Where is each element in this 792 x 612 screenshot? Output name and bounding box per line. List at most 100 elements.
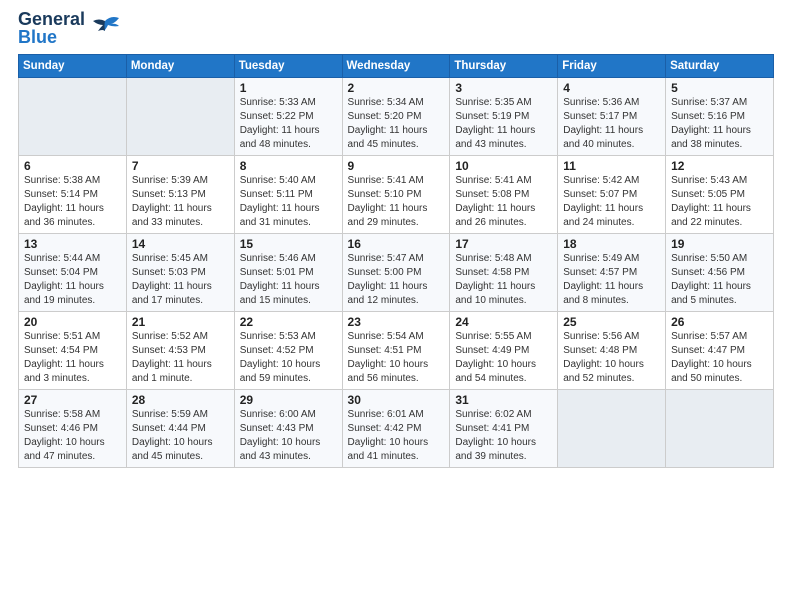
day-detail: Sunrise: 5:34 AM Sunset: 5:20 PM Dayligh… [348,96,445,152]
calendar-cell: 12Sunrise: 5:43 AM Sunset: 5:05 PM Dayli… [666,156,774,234]
day-number: 18 [563,237,660,251]
calendar-cell: 16Sunrise: 5:47 AM Sunset: 5:00 PM Dayli… [342,234,450,312]
logo-bird-icon [89,13,121,43]
weekday-header-tuesday: Tuesday [234,55,342,78]
calendar-cell: 8Sunrise: 5:40 AM Sunset: 5:11 PM Daylig… [234,156,342,234]
calendar-cell: 7Sunrise: 5:39 AM Sunset: 5:13 PM Daylig… [126,156,234,234]
calendar-week-4: 20Sunrise: 5:51 AM Sunset: 4:54 PM Dayli… [19,312,774,390]
day-number: 8 [240,159,337,173]
day-detail: Sunrise: 5:36 AM Sunset: 5:17 PM Dayligh… [563,96,660,152]
calendar-cell: 11Sunrise: 5:42 AM Sunset: 5:07 PM Dayli… [558,156,666,234]
logo-general-text: General [18,10,85,28]
calendar-body: 1Sunrise: 5:33 AM Sunset: 5:22 PM Daylig… [19,78,774,468]
calendar-cell [19,78,127,156]
calendar-header: SundayMondayTuesdayWednesdayThursdayFrid… [19,55,774,78]
calendar-cell [558,390,666,468]
day-detail: Sunrise: 5:47 AM Sunset: 5:00 PM Dayligh… [348,252,445,308]
calendar-cell: 31Sunrise: 6:02 AM Sunset: 4:41 PM Dayli… [450,390,558,468]
day-detail: Sunrise: 6:02 AM Sunset: 4:41 PM Dayligh… [455,408,552,464]
calendar-cell: 25Sunrise: 5:56 AM Sunset: 4:48 PM Dayli… [558,312,666,390]
calendar-cell: 10Sunrise: 5:41 AM Sunset: 5:08 PM Dayli… [450,156,558,234]
weekday-header-friday: Friday [558,55,666,78]
day-number: 29 [240,393,337,407]
day-detail: Sunrise: 5:46 AM Sunset: 5:01 PM Dayligh… [240,252,337,308]
weekday-header-wednesday: Wednesday [342,55,450,78]
day-detail: Sunrise: 5:33 AM Sunset: 5:22 PM Dayligh… [240,96,337,152]
day-number: 17 [455,237,552,251]
day-number: 6 [24,159,121,173]
day-detail: Sunrise: 5:41 AM Sunset: 5:08 PM Dayligh… [455,174,552,230]
day-detail: Sunrise: 5:48 AM Sunset: 4:58 PM Dayligh… [455,252,552,308]
logo: General Blue [18,10,121,46]
calendar-cell: 27Sunrise: 5:58 AM Sunset: 4:46 PM Dayli… [19,390,127,468]
day-number: 31 [455,393,552,407]
day-number: 1 [240,81,337,95]
day-detail: Sunrise: 6:00 AM Sunset: 4:43 PM Dayligh… [240,408,337,464]
weekday-header-row: SundayMondayTuesdayWednesdayThursdayFrid… [19,55,774,78]
calendar-week-1: 1Sunrise: 5:33 AM Sunset: 5:22 PM Daylig… [19,78,774,156]
logo-blue-text: Blue [18,28,85,46]
calendar-table: SundayMondayTuesdayWednesdayThursdayFrid… [18,54,774,468]
weekday-header-monday: Monday [126,55,234,78]
page: General Blue SundayMondayTuesdayWednesda… [0,0,792,612]
calendar-cell: 23Sunrise: 5:54 AM Sunset: 4:51 PM Dayli… [342,312,450,390]
logo-container: General Blue [18,10,121,46]
calendar-cell: 17Sunrise: 5:48 AM Sunset: 4:58 PM Dayli… [450,234,558,312]
day-number: 9 [348,159,445,173]
calendar-cell: 30Sunrise: 6:01 AM Sunset: 4:42 PM Dayli… [342,390,450,468]
day-number: 24 [455,315,552,329]
weekday-header-thursday: Thursday [450,55,558,78]
calendar-cell: 18Sunrise: 5:49 AM Sunset: 4:57 PM Dayli… [558,234,666,312]
day-detail: Sunrise: 5:38 AM Sunset: 5:14 PM Dayligh… [24,174,121,230]
day-number: 5 [671,81,768,95]
weekday-header-sunday: Sunday [19,55,127,78]
day-detail: Sunrise: 5:43 AM Sunset: 5:05 PM Dayligh… [671,174,768,230]
day-number: 26 [671,315,768,329]
day-number: 12 [671,159,768,173]
day-number: 13 [24,237,121,251]
day-number: 19 [671,237,768,251]
calendar-cell: 29Sunrise: 6:00 AM Sunset: 4:43 PM Dayli… [234,390,342,468]
logo-words: General Blue [18,10,85,46]
calendar-cell: 5Sunrise: 5:37 AM Sunset: 5:16 PM Daylig… [666,78,774,156]
calendar-cell: 14Sunrise: 5:45 AM Sunset: 5:03 PM Dayli… [126,234,234,312]
calendar-cell: 24Sunrise: 5:55 AM Sunset: 4:49 PM Dayli… [450,312,558,390]
day-detail: Sunrise: 5:54 AM Sunset: 4:51 PM Dayligh… [348,330,445,386]
day-detail: Sunrise: 5:41 AM Sunset: 5:10 PM Dayligh… [348,174,445,230]
calendar-cell: 6Sunrise: 5:38 AM Sunset: 5:14 PM Daylig… [19,156,127,234]
calendar-week-5: 27Sunrise: 5:58 AM Sunset: 4:46 PM Dayli… [19,390,774,468]
calendar-cell: 26Sunrise: 5:57 AM Sunset: 4:47 PM Dayli… [666,312,774,390]
day-number: 25 [563,315,660,329]
calendar-cell: 9Sunrise: 5:41 AM Sunset: 5:10 PM Daylig… [342,156,450,234]
weekday-header-saturday: Saturday [666,55,774,78]
day-detail: Sunrise: 5:51 AM Sunset: 4:54 PM Dayligh… [24,330,121,386]
calendar-cell [126,78,234,156]
day-number: 15 [240,237,337,251]
day-detail: Sunrise: 5:50 AM Sunset: 4:56 PM Dayligh… [671,252,768,308]
calendar-cell: 28Sunrise: 5:59 AM Sunset: 4:44 PM Dayli… [126,390,234,468]
day-detail: Sunrise: 5:42 AM Sunset: 5:07 PM Dayligh… [563,174,660,230]
day-number: 23 [348,315,445,329]
day-number: 20 [24,315,121,329]
day-detail: Sunrise: 5:40 AM Sunset: 5:11 PM Dayligh… [240,174,337,230]
day-detail: Sunrise: 5:52 AM Sunset: 4:53 PM Dayligh… [132,330,229,386]
calendar-cell [666,390,774,468]
day-number: 21 [132,315,229,329]
day-number: 14 [132,237,229,251]
day-detail: Sunrise: 5:37 AM Sunset: 5:16 PM Dayligh… [671,96,768,152]
calendar-cell: 1Sunrise: 5:33 AM Sunset: 5:22 PM Daylig… [234,78,342,156]
calendar-cell: 4Sunrise: 5:36 AM Sunset: 5:17 PM Daylig… [558,78,666,156]
day-number: 28 [132,393,229,407]
day-detail: Sunrise: 5:58 AM Sunset: 4:46 PM Dayligh… [24,408,121,464]
calendar-cell: 3Sunrise: 5:35 AM Sunset: 5:19 PM Daylig… [450,78,558,156]
day-number: 11 [563,159,660,173]
day-number: 10 [455,159,552,173]
header: General Blue [18,10,774,46]
calendar-cell: 2Sunrise: 5:34 AM Sunset: 5:20 PM Daylig… [342,78,450,156]
calendar-week-3: 13Sunrise: 5:44 AM Sunset: 5:04 PM Dayli… [19,234,774,312]
day-number: 3 [455,81,552,95]
calendar-cell: 19Sunrise: 5:50 AM Sunset: 4:56 PM Dayli… [666,234,774,312]
calendar-cell: 13Sunrise: 5:44 AM Sunset: 5:04 PM Dayli… [19,234,127,312]
day-detail: Sunrise: 5:59 AM Sunset: 4:44 PM Dayligh… [132,408,229,464]
day-detail: Sunrise: 5:56 AM Sunset: 4:48 PM Dayligh… [563,330,660,386]
